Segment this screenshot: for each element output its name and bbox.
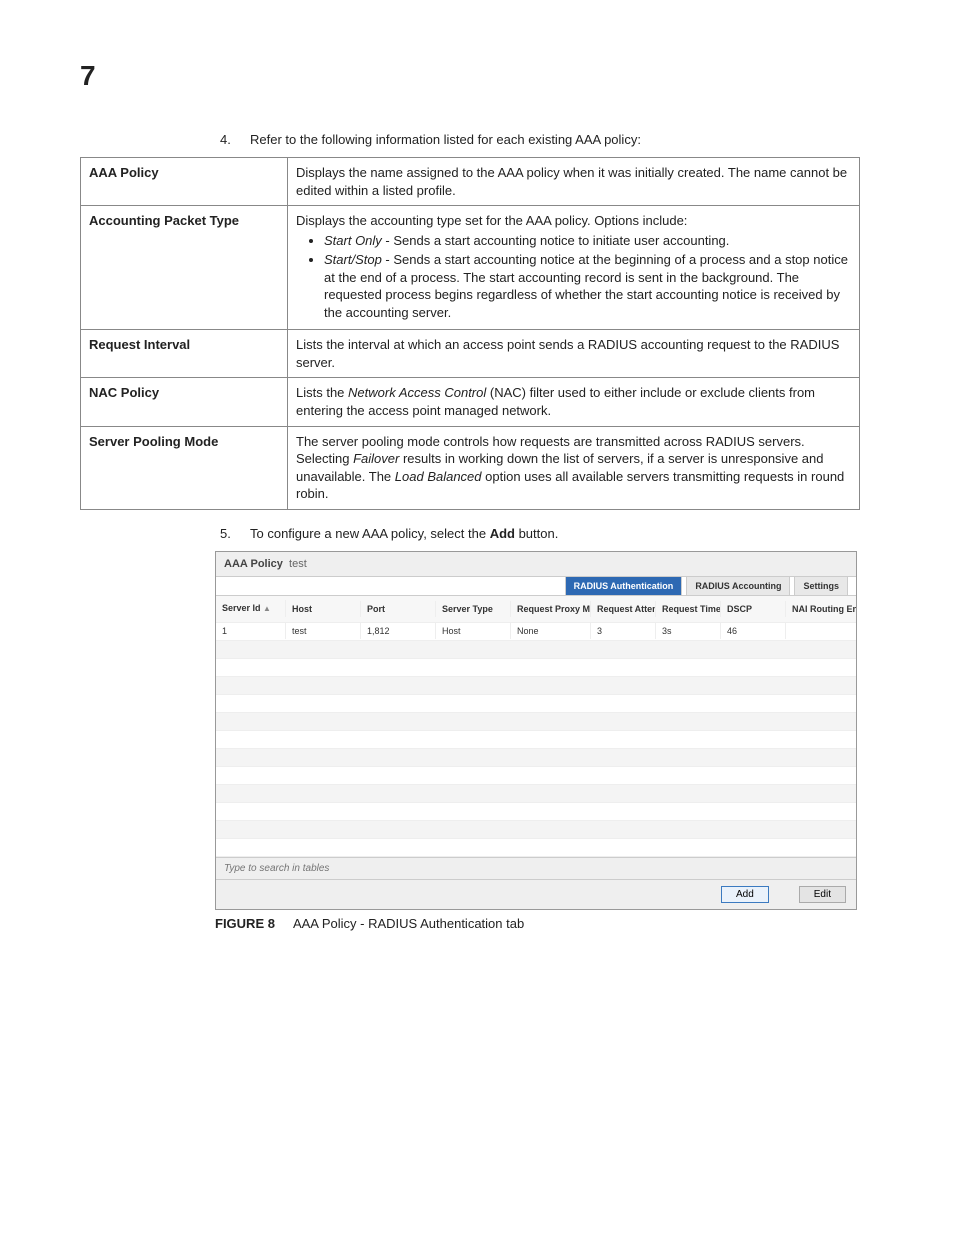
row-label: Accounting Packet Type [81,206,288,330]
header-text: Server Id [222,603,261,613]
grid-row-empty [216,767,856,785]
table-search [216,857,856,879]
add-button[interactable]: Add [721,886,769,903]
intro-text: Displays the accounting type set for the… [296,213,687,228]
title-value: test [289,558,307,570]
table-row: NAC Policy Lists the Network Access Cont… [81,378,860,426]
text: button. [515,526,558,541]
sort-asc-icon: ▲ [263,604,273,614]
italic-text: Network Access Control [348,385,486,400]
tab-radius-authentication[interactable]: RADIUS Authentication [565,577,683,595]
cell: 3s [656,623,721,639]
grid-row-empty [216,803,856,821]
row-desc: Lists the interval at which an access po… [288,330,860,378]
text: To configure a new AAA policy, select th… [250,526,490,541]
italic-text: Start Only [324,233,382,248]
row-desc: Lists the Network Access Control (NAC) f… [288,378,860,426]
cell: 46 [721,623,786,639]
grid-row-empty [216,731,856,749]
italic-text: Failover [353,451,399,466]
col-server-type[interactable]: Server Type [436,601,511,617]
figure-label: FIGURE 8 [215,916,275,931]
chapter-number: 7 [80,60,874,92]
step-5: 5. To configure a new AAA policy, select… [220,526,874,541]
cell: Host [436,623,511,639]
col-dscp[interactable]: DSCP [721,601,786,617]
table-row: Accounting Packet Type Displays the acco… [81,206,860,330]
row-label: Server Pooling Mode [81,426,288,509]
text: Lists the [296,385,348,400]
tab-settings[interactable]: Settings [794,577,848,595]
row-desc: Displays the name assigned to the AAA po… [288,158,860,206]
grid-row-empty [216,785,856,803]
grid-row-empty [216,659,856,677]
aaa-policy-screenshot: AAA Policy test RADIUS Authentication RA… [215,551,857,910]
step-number: 4. [220,132,250,147]
col-server-id[interactable]: Server Id ▲ [216,600,286,617]
step-text: To configure a new AAA policy, select th… [250,526,874,541]
table-row: AAA Policy Displays the name assigned to… [81,158,860,206]
aaa-info-table: AAA Policy Displays the name assigned to… [80,157,860,510]
step-text: Refer to the following information liste… [250,132,874,147]
bullet-text: - Sends a start accounting notice to ini… [382,233,730,248]
row-desc: The server pooling mode controls how req… [288,426,860,509]
grid-row[interactable]: 1 test 1,812 Host None 3 3s 46 [216,623,856,641]
step-number: 5. [220,526,250,541]
col-proxy-mode[interactable]: Request Proxy Mode [511,601,591,617]
grid-row-empty [216,821,856,839]
table-row: Server Pooling Mode The server pooling m… [81,426,860,509]
table-row: Request Interval Lists the interval at w… [81,330,860,378]
search-input[interactable] [222,862,446,875]
step-4: 4. Refer to the following information li… [220,132,874,147]
cell: 1 [216,623,286,639]
row-label: NAC Policy [81,378,288,426]
grid-row-empty [216,713,856,731]
col-request-attempts[interactable]: Request Attempts [591,601,656,617]
screenshot-title: AAA Policy test [216,552,856,576]
grid-row-empty [216,839,856,857]
cell: 3 [591,623,656,639]
col-request-timeout[interactable]: Request Timeout [656,601,721,617]
grid-row-empty [216,677,856,695]
button-bar: Add Edit [216,879,856,909]
italic-text: Load Balanced [395,469,482,484]
row-label: AAA Policy [81,158,288,206]
bullet: Start/Stop - Sends a start accounting no… [324,251,851,321]
bold-text: Add [490,526,515,541]
title-label: AAA Policy [224,558,283,570]
row-label: Request Interval [81,330,288,378]
grid-row-empty [216,695,856,713]
col-host[interactable]: Host [286,601,361,617]
col-nai-routing[interactable]: NAI Routing Enable [786,601,856,617]
data-grid: Server Id ▲ Host Port Server Type Reques… [216,596,856,857]
cell [786,628,856,634]
row-desc: Displays the accounting type set for the… [288,206,860,330]
figure-text: AAA Policy - RADIUS Authentication tab [293,916,524,931]
bullet: Start Only - Sends a start accounting no… [324,232,851,250]
cell: 1,812 [361,623,436,639]
figure-caption: FIGURE 8 AAA Policy - RADIUS Authenticati… [215,916,874,931]
cell: None [511,623,591,639]
tab-radius-accounting[interactable]: RADIUS Accounting [686,577,790,595]
italic-text: Start/Stop [324,252,382,267]
grid-row-empty [216,641,856,659]
col-port[interactable]: Port [361,601,436,617]
grid-row-empty [216,749,856,767]
cell: test [286,623,361,639]
grid-header: Server Id ▲ Host Port Server Type Reques… [216,596,856,623]
edit-button[interactable]: Edit [799,886,846,903]
tab-bar: RADIUS Authentication RADIUS Accounting … [216,576,856,596]
bullet-text: - Sends a start accounting notice at the… [324,252,848,320]
